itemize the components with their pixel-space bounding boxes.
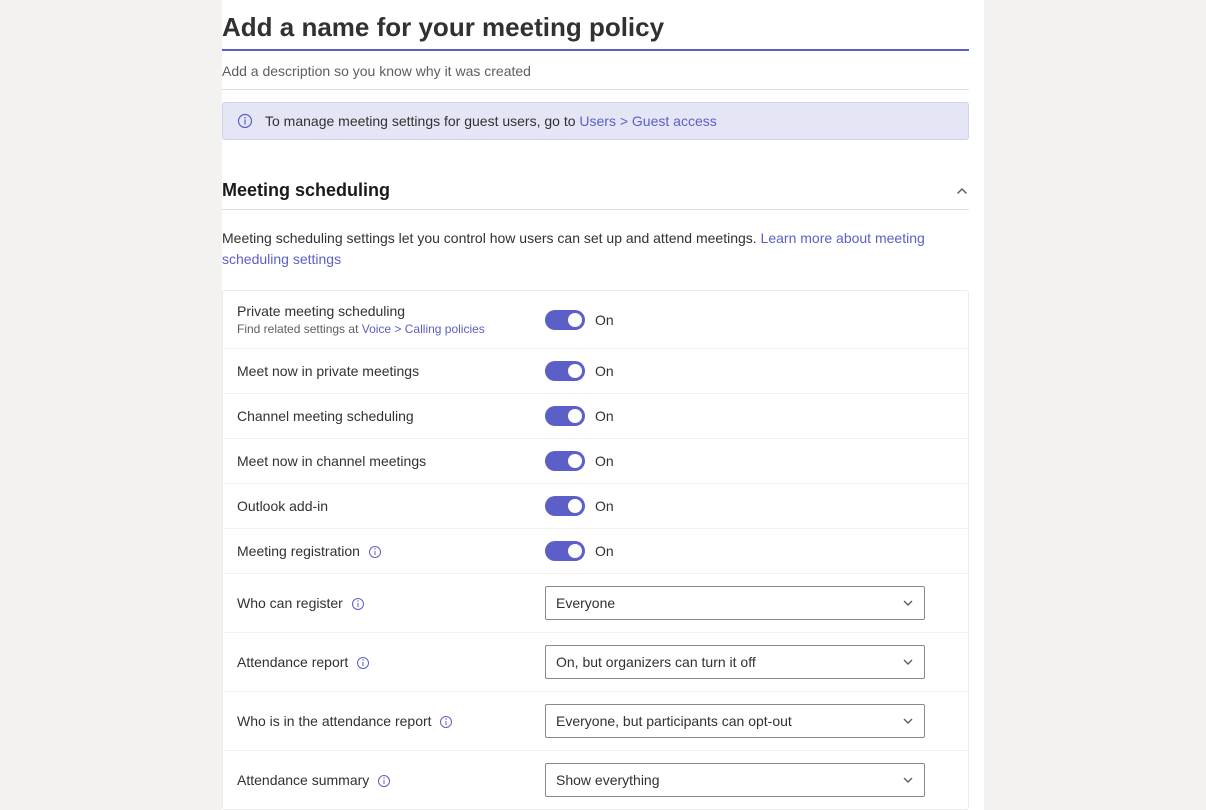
chevron-down-icon (902, 656, 914, 668)
setting-sublabel-prefix: Find related settings at (237, 322, 362, 336)
setting-row-channel-scheduling: Channel meeting scheduling On (223, 394, 968, 439)
dropdown-value: Everyone (556, 595, 615, 611)
setting-row-who-can-register: Who can register Everyone (223, 574, 968, 633)
toggle-state: On (595, 498, 614, 514)
private-meeting-toggle[interactable] (545, 310, 585, 330)
section-description-text: Meeting scheduling settings let you cont… (222, 230, 761, 246)
meet-now-private-toggle[interactable] (545, 361, 585, 381)
info-icon[interactable] (377, 774, 391, 788)
info-icon[interactable] (439, 715, 453, 729)
setting-row-private-meeting: Private meeting scheduling Find related … (223, 291, 968, 349)
info-icon (237, 113, 253, 129)
who-can-register-dropdown[interactable]: Everyone (545, 586, 925, 620)
setting-label: Channel meeting scheduling (237, 408, 545, 424)
chevron-down-icon (902, 774, 914, 786)
setting-row-meet-now-private: Meet now in private meetings On (223, 349, 968, 394)
chevron-down-icon (902, 715, 914, 727)
meet-now-channel-toggle[interactable] (545, 451, 585, 471)
policy-description-input[interactable] (222, 51, 969, 90)
info-icon[interactable] (356, 656, 370, 670)
chevron-up-icon[interactable] (955, 184, 969, 198)
setting-row-who-in-report: Who is in the attendance report Everyone… (223, 692, 968, 751)
setting-label: Outlook add-in (237, 498, 545, 514)
toggle-state: On (595, 543, 614, 559)
setting-label: Attendance report (237, 654, 545, 670)
guest-access-banner: To manage meeting settings for guest use… (222, 102, 969, 140)
who-in-report-dropdown[interactable]: Everyone, but participants can opt-out (545, 704, 925, 738)
toggle-state: On (595, 453, 614, 469)
setting-row-outlook-addin: Outlook add-in On (223, 484, 968, 529)
policy-name-input[interactable] (222, 8, 969, 51)
toggle-state: On (595, 363, 614, 379)
attendance-summary-dropdown[interactable]: Show everything (545, 763, 925, 797)
dropdown-value: On, but organizers can turn it off (556, 654, 756, 670)
attendance-report-dropdown[interactable]: On, but organizers can turn it off (545, 645, 925, 679)
banner-text: To manage meeting settings for guest use… (265, 113, 717, 129)
banner-text-prefix: To manage meeting settings for guest use… (265, 113, 579, 129)
guest-access-link[interactable]: Users > Guest access (579, 113, 716, 129)
outlook-addin-toggle[interactable] (545, 496, 585, 516)
setting-row-meet-now-channel: Meet now in channel meetings On (223, 439, 968, 484)
toggle-state: On (595, 312, 614, 328)
setting-row-meeting-registration: Meeting registration On (223, 529, 968, 574)
setting-label: Meet now in channel meetings (237, 453, 545, 469)
setting-label: Who is in the attendance report (237, 713, 545, 729)
setting-row-attendance-report: Attendance report On, but organizers can… (223, 633, 968, 692)
dropdown-value: Everyone, but participants can opt-out (556, 713, 792, 729)
meeting-scheduling-settings: Private meeting scheduling Find related … (222, 290, 969, 810)
channel-scheduling-toggle[interactable] (545, 406, 585, 426)
chevron-down-icon (902, 597, 914, 609)
calling-policies-link[interactable]: Voice > Calling policies (362, 322, 485, 336)
setting-row-attendance-summary: Attendance summary Show everything (223, 751, 968, 809)
setting-label: Who can register (237, 595, 545, 611)
setting-label: Attendance summary (237, 772, 545, 788)
section-description: Meeting scheduling settings let you cont… (222, 228, 969, 270)
toggle-state: On (595, 408, 614, 424)
info-icon[interactable] (351, 597, 365, 611)
meeting-scheduling-header[interactable]: Meeting scheduling (222, 180, 969, 210)
setting-label: Meet now in private meetings (237, 363, 545, 379)
info-icon[interactable] (368, 545, 382, 559)
dropdown-value: Show everything (556, 772, 660, 788)
meeting-registration-toggle[interactable] (545, 541, 585, 561)
setting-sublabel: Find related settings at Voice > Calling… (237, 322, 545, 336)
section-title: Meeting scheduling (222, 180, 390, 201)
setting-label: Private meeting scheduling (237, 303, 545, 319)
setting-label: Meeting registration (237, 543, 545, 559)
